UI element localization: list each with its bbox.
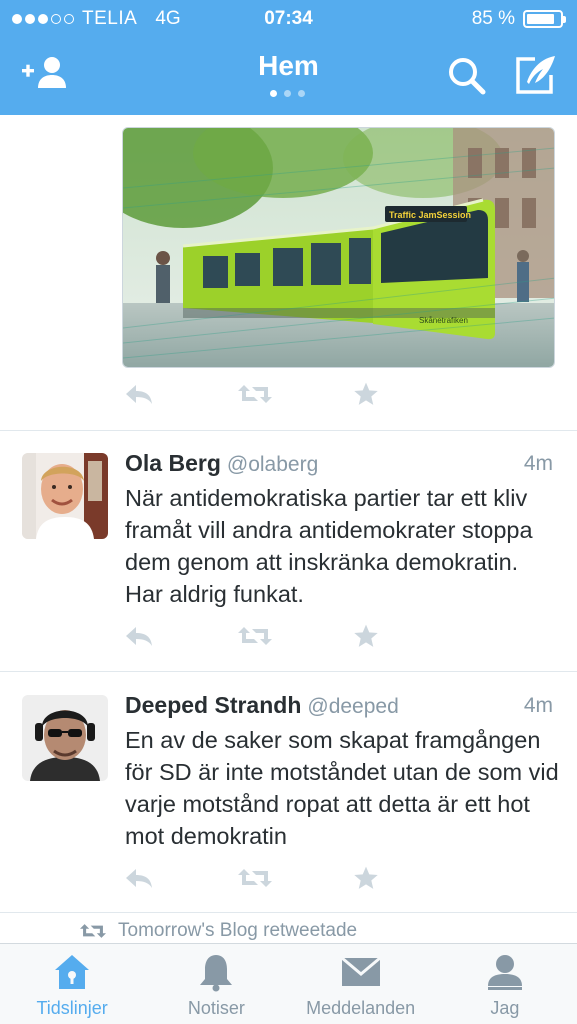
status-right: 85 % [471,8,566,30]
favorite-button[interactable] [352,864,466,892]
battery-fill [527,14,555,24]
tweet-author-handle[interactable]: @olaberg [227,453,318,476]
app-header: TELIA 4G 07:34 85 % Hem [0,0,577,115]
page-dot [270,90,277,97]
tab-tidslinjer[interactable]: Tidslinjer [0,944,144,1024]
battery-icon [523,10,566,28]
tweet-author-name[interactable]: Ola Berg [125,450,221,476]
person-icon [485,952,525,997]
tweet-divider [0,671,577,672]
reply-icon [126,627,152,646]
envelope-icon [340,956,381,993]
tweet-actions [124,622,466,650]
tab-notiser[interactable]: Notiser [144,944,288,1024]
tab-label: Notiser [187,998,245,1018]
favorite-button[interactable] [352,380,466,408]
retweet-icon [80,924,106,938]
search-icon[interactable] [447,56,487,101]
tweet-timestamp: 4m [523,694,553,717]
avatar[interactable] [22,453,108,539]
tab-label: Meddelanden [306,998,416,1018]
favorite-button[interactable] [352,622,466,650]
reply-button[interactable] [124,622,238,650]
retweet-button[interactable] [238,864,352,892]
retweet-icon [238,627,272,645]
compose-icon[interactable] [515,55,557,100]
reply-icon [126,869,152,888]
tweet-media-image[interactable]: Traffic JamSession Skånetrafiken [122,127,555,368]
tab-jag[interactable]: Jag [433,944,577,1024]
retweet-button[interactable] [238,622,352,650]
page-dot [298,90,305,97]
favorite-icon [354,866,378,889]
tweet-header: Ola Berg @olaberg 4m [125,450,553,484]
home-icon [52,952,92,997]
tab-meddelanden[interactable]: Meddelanden [289,944,433,1024]
retweet-icon [238,385,272,403]
tweet-author-handle[interactable]: @deeped [307,695,398,718]
reply-icon [126,385,152,404]
tweet-divider [0,912,577,913]
tweet-header: Deeped Strandh @deeped 4m [125,692,553,726]
page-dot [284,90,291,97]
page-title: Hem [258,50,319,81]
tweet-actions [124,380,466,408]
retweet-icon [238,869,272,887]
tweet-divider [0,430,577,431]
retweet-button[interactable] [238,380,352,408]
retweet-note: Tomorrow's Blog retweetade [118,920,358,941]
tweet-text: När antidemokratiska partier tar ett kli… [125,485,533,607]
reply-button[interactable] [124,380,238,408]
avatar[interactable] [22,695,108,781]
tram-brand-text: Skånetrafiken [419,316,468,325]
retweet-context[interactable]: Tomorrow's Blog retweetade [80,920,357,942]
tab-label: Jag [490,998,520,1018]
reply-button[interactable] [124,864,238,892]
favorite-icon [354,624,378,647]
tram-banner-text: Traffic JamSession [389,210,471,220]
tweet-actions [124,864,466,892]
tab-bar: Tidslinjer Notiser Meddelanden Jag [0,943,577,1024]
tab-label: Tidslinjer [36,998,108,1018]
tweet-text: En av de saker som skapat framgången för… [125,727,559,849]
tweet-author-name[interactable]: Deeped Strandh [125,692,301,718]
tweet-timestamp: 4m [523,452,553,475]
bell-icon [196,952,236,997]
battery-percent: 85 % [471,8,515,29]
page-indicator [270,90,305,97]
timeline[interactable]: Traffic JamSession Skånetrafiken Ola Ber… [0,115,577,943]
status-bar: TELIA 4G 07:34 85 % [0,0,577,38]
favorite-icon [354,382,378,405]
